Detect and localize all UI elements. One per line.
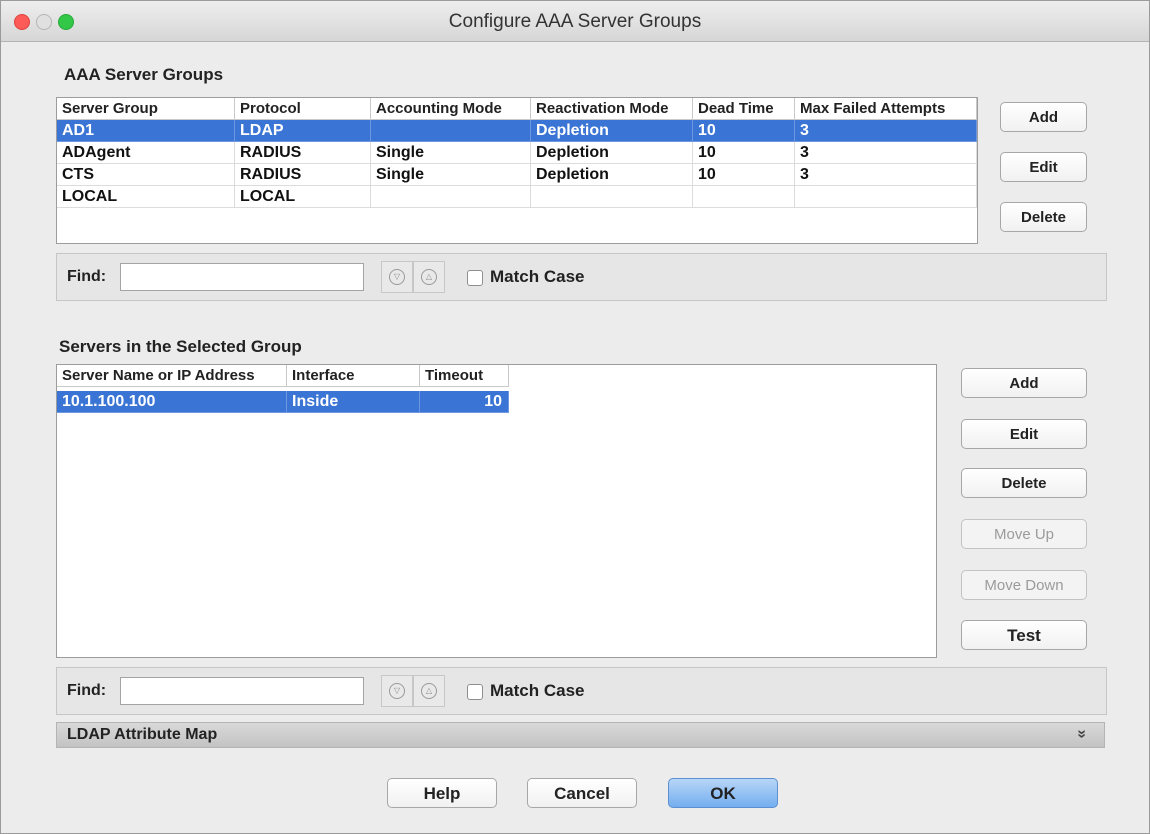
cell-server-group: LOCAL bbox=[57, 186, 235, 208]
cell-dead-time: 10 bbox=[693, 142, 795, 164]
cell-server-group: ADAgent bbox=[57, 142, 235, 164]
server-add-button[interactable]: Add bbox=[961, 368, 1087, 398]
servers-find-bar: Find: ▽ △ Match Case bbox=[56, 667, 1107, 715]
cell-dead-time: 10 bbox=[693, 120, 795, 142]
groups-find-input[interactable] bbox=[120, 263, 364, 291]
column-header-dead-time[interactable]: Dead Time bbox=[693, 98, 795, 120]
cell-reactivation-mode: Depletion bbox=[531, 164, 693, 186]
group-edit-button[interactable]: Edit bbox=[1000, 152, 1087, 182]
cell-max-failed-attempts: 3 bbox=[795, 120, 977, 142]
window-title: Configure AAA Server Groups bbox=[448, 11, 702, 32]
cell-server-name: 10.1.100.100 bbox=[57, 391, 287, 413]
column-header-max-failed-attempts[interactable]: Max Failed Attempts bbox=[795, 98, 977, 120]
group-add-button[interactable]: Add bbox=[1000, 102, 1087, 132]
find-previous-button[interactable]: △ bbox=[413, 675, 445, 707]
match-case-label: Match Case bbox=[490, 681, 585, 700]
servers-in-group-label: Servers in the Selected Group bbox=[59, 337, 302, 356]
cancel-button[interactable]: Cancel bbox=[527, 778, 637, 808]
find-next-button[interactable]: ▽ bbox=[381, 261, 413, 293]
chevron-up-icon: △ bbox=[421, 269, 437, 285]
servers-table: Server Name or IP Address Interface Time… bbox=[56, 364, 937, 658]
ok-button[interactable]: OK bbox=[668, 778, 778, 808]
cell-max-failed-attempts: 3 bbox=[795, 142, 977, 164]
cell-timeout: 10 bbox=[420, 391, 509, 413]
ldap-attribute-map-section[interactable]: LDAP Attribute Map » bbox=[56, 722, 1105, 748]
column-header-server-name[interactable]: Server Name or IP Address bbox=[57, 365, 287, 387]
cell-accounting-mode bbox=[371, 120, 531, 142]
cell-protocol: LDAP bbox=[235, 120, 371, 142]
column-header-interface[interactable]: Interface bbox=[287, 365, 420, 387]
move-down-button[interactable]: Move Down bbox=[961, 570, 1087, 600]
cell-protocol: RADIUS bbox=[235, 142, 371, 164]
cell-accounting-mode: Single bbox=[371, 142, 531, 164]
table-row[interactable]: CTS RADIUS Single Depletion 10 3 bbox=[57, 164, 977, 186]
chevron-down-icon: ▽ bbox=[389, 269, 405, 285]
servers-find-input[interactable] bbox=[120, 677, 364, 705]
column-header-server-group[interactable]: Server Group bbox=[57, 98, 235, 120]
cell-protocol: RADIUS bbox=[235, 164, 371, 186]
cell-accounting-mode: Single bbox=[371, 164, 531, 186]
cell-reactivation-mode: Depletion bbox=[531, 142, 693, 164]
column-header-timeout[interactable]: Timeout bbox=[420, 365, 509, 387]
match-case-label: Match Case bbox=[490, 267, 585, 286]
server-groups-table: Server Group Protocol Accounting Mode Re… bbox=[56, 97, 978, 244]
server-edit-button[interactable]: Edit bbox=[961, 419, 1087, 449]
groups-find-bar: Find: ▽ △ Match Case bbox=[56, 253, 1107, 301]
ldap-attribute-map-label: LDAP Attribute Map bbox=[67, 726, 218, 743]
dialog-window: Configure AAA Server Groups AAA Server G… bbox=[0, 0, 1150, 834]
find-label: Find: bbox=[67, 268, 107, 285]
cell-protocol: LOCAL bbox=[235, 186, 371, 208]
cell-max-failed-attempts: 3 bbox=[795, 164, 977, 186]
title-bar[interactable]: Configure AAA Server Groups bbox=[1, 1, 1149, 42]
cell-reactivation-mode bbox=[531, 186, 693, 208]
cell-interface: Inside bbox=[287, 391, 420, 413]
groups-match-case-checkbox[interactable] bbox=[467, 270, 483, 286]
cell-accounting-mode bbox=[371, 186, 531, 208]
chevron-down-icon: ▽ bbox=[389, 683, 405, 699]
column-header-accounting-mode[interactable]: Accounting Mode bbox=[371, 98, 531, 120]
double-chevron-down-icon[interactable]: » bbox=[1073, 730, 1091, 739]
test-button[interactable]: Test bbox=[961, 620, 1087, 650]
column-header-reactivation-mode[interactable]: Reactivation Mode bbox=[531, 98, 693, 120]
column-header-protocol[interactable]: Protocol bbox=[235, 98, 371, 120]
table-row[interactable]: ADAgent RADIUS Single Depletion 10 3 bbox=[57, 142, 977, 164]
server-delete-button[interactable]: Delete bbox=[961, 468, 1087, 498]
aaa-server-groups-label: AAA Server Groups bbox=[64, 65, 224, 84]
help-button[interactable]: Help bbox=[387, 778, 497, 808]
group-delete-button[interactable]: Delete bbox=[1000, 202, 1087, 232]
cell-server-group: AD1 bbox=[57, 120, 235, 142]
find-label: Find: bbox=[67, 682, 107, 699]
find-next-button[interactable]: ▽ bbox=[381, 675, 413, 707]
cell-max-failed-attempts bbox=[795, 186, 977, 208]
servers-match-case-checkbox[interactable] bbox=[467, 684, 483, 700]
cell-reactivation-mode: Depletion bbox=[531, 120, 693, 142]
cell-dead-time: 10 bbox=[693, 164, 795, 186]
find-previous-button[interactable]: △ bbox=[413, 261, 445, 293]
table-row[interactable]: 10.1.100.100 Inside 10 bbox=[57, 391, 509, 413]
table-row[interactable]: AD1 LDAP Depletion 10 3 bbox=[57, 120, 977, 142]
move-up-button[interactable]: Move Up bbox=[961, 519, 1087, 549]
cell-server-group: CTS bbox=[57, 164, 235, 186]
cell-dead-time bbox=[693, 186, 795, 208]
chevron-up-icon: △ bbox=[421, 683, 437, 699]
table-row[interactable]: LOCAL LOCAL bbox=[57, 186, 977, 208]
